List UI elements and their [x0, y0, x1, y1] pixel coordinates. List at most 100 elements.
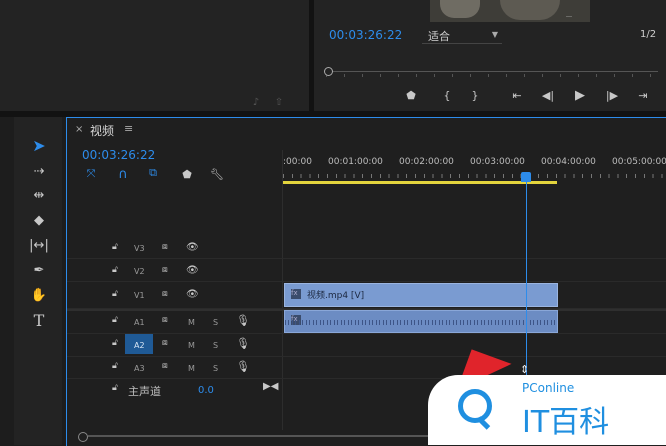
eye-icon[interactable]: 👁︎	[186, 242, 199, 253]
solo-button[interactable]: S	[213, 364, 218, 373]
horizontal-scrollbar[interactable]	[78, 432, 438, 442]
master-track-label: 主声道	[128, 385, 161, 398]
sync-lock-icon[interactable]: ⧈	[162, 361, 168, 371]
sync-lock-icon[interactable]: ⧈	[162, 242, 168, 252]
sync-lock-icon[interactable]: ⧈	[162, 289, 168, 299]
timeline-timecode[interactable]: 00:03:26:22	[82, 148, 155, 162]
scrollbar-track	[88, 435, 438, 437]
eye-icon[interactable]: 👁︎	[186, 289, 199, 300]
add-marker-icon[interactable]: ⬟	[404, 88, 418, 102]
audio-clip[interactable]: fx	[284, 310, 558, 333]
ruler-label: 00:02:00:00	[399, 157, 454, 167]
ruler-label: 00:04:00:00	[541, 157, 596, 167]
sync-lock-icon[interactable]: ⧈	[162, 315, 168, 325]
program-timecode[interactable]: 00:03:26:22	[329, 28, 402, 42]
track-select-tool-icon[interactable]: ⇢	[29, 161, 49, 181]
scrub-handle[interactable]	[324, 67, 333, 76]
scrollbar-handle[interactable]	[78, 432, 88, 442]
program-scrub-bar[interactable]	[324, 66, 658, 78]
track-headers-divider	[282, 150, 283, 430]
playhead-line	[526, 182, 527, 382]
solo-button[interactable]: S	[213, 341, 218, 350]
mute-button[interactable]: M	[188, 318, 195, 327]
ruler-label: 00:03:00:00	[470, 157, 525, 167]
razor-tool-icon[interactable]: ◆	[29, 210, 49, 230]
go-to-out-icon[interactable]: ⇥	[634, 88, 652, 102]
track-name-a1[interactable]: A1	[134, 318, 145, 327]
ruler-label: 00:01:00:00	[328, 157, 383, 167]
lock-icon[interactable]: 🔓︎	[112, 265, 118, 275]
microphone-icon[interactable]: 🎙︎	[236, 337, 250, 350]
step-forward-icon[interactable]: |▶	[604, 88, 620, 102]
hand-tool-icon[interactable]: ✋	[29, 285, 49, 305]
solo-button[interactable]: S	[213, 318, 218, 327]
fit-label: 适合	[428, 30, 450, 43]
step-back-icon[interactable]: ◀|	[540, 88, 556, 102]
share-icon[interactable]: ⇧	[272, 96, 286, 108]
type-tool-icon[interactable]: T	[29, 310, 49, 330]
eye-icon[interactable]: 👁︎	[186, 265, 199, 276]
lock-icon[interactable]: 🔓︎	[112, 289, 118, 299]
track-separator	[67, 258, 666, 259]
mute-button[interactable]: M	[188, 364, 195, 373]
magnifier-logo-icon	[458, 389, 492, 430]
track-name-a2[interactable]: A2	[134, 341, 145, 350]
close-icon[interactable]: ×	[75, 124, 83, 135]
microphone-icon[interactable]: 🎙︎	[236, 360, 250, 373]
ruler-ticks	[283, 174, 666, 178]
source-panel	[0, 0, 309, 111]
mute-button[interactable]: M	[188, 341, 195, 350]
track-row-v3	[67, 236, 666, 258]
preview-caption: …	[566, 12, 572, 19]
go-to-in-icon[interactable]: ⇤	[508, 88, 526, 102]
microphone-icon[interactable]: 🎙︎	[236, 314, 250, 327]
chevron-down-icon: ▼	[491, 30, 498, 39]
lock-icon[interactable]: 🔓︎	[112, 315, 118, 325]
track-separator	[67, 281, 666, 282]
ripple-edit-tool-icon[interactable]: ⇹	[29, 185, 49, 205]
track-separator	[67, 356, 666, 357]
playhead-handle[interactable]	[521, 172, 531, 182]
master-volume-value[interactable]: 0.0	[198, 385, 214, 396]
add-marker-icon[interactable]: ⬟	[180, 167, 194, 181]
lock-icon[interactable]: 🔓︎	[112, 242, 118, 252]
fit-dropdown[interactable]: 适合 ▼	[422, 28, 502, 44]
video-clip[interactable]: fx 视频.mp4 [V]	[284, 283, 558, 307]
selection-tool-icon[interactable]: ➤	[29, 135, 49, 155]
ruler-label: :00:00	[283, 157, 312, 167]
pen-tool-icon[interactable]: ✒	[29, 260, 49, 280]
ruler-label: 00:05:00:00	[612, 157, 666, 167]
track-name-a3[interactable]: A3	[134, 364, 145, 373]
fx-icon: fx	[291, 289, 301, 299]
linked-selection-icon[interactable]: ⧉	[146, 166, 160, 180]
settings-wrench-icon[interactable]: 🔧︎	[210, 167, 224, 181]
lock-icon[interactable]: 🔓︎	[112, 338, 118, 348]
go-to-edit-point-icon[interactable]: ▶◀	[263, 381, 278, 392]
watermark-card: PConline IT百科	[428, 375, 666, 445]
snap-icon[interactable]: ∩	[116, 167, 130, 182]
slip-tool-icon[interactable]: |↔|	[29, 235, 49, 255]
timeline-tab-title[interactable]: 视频	[90, 122, 114, 139]
mark-out-icon[interactable]: }	[468, 88, 482, 102]
watermark-brand: PConline	[522, 381, 575, 395]
track-name-v1[interactable]: V1	[134, 291, 145, 300]
track-name-v2[interactable]: V2	[134, 267, 145, 276]
page-indicator: 1/2	[640, 29, 657, 40]
play-icon[interactable]: ▶	[572, 88, 588, 103]
lock-icon[interactable]: 🔓︎	[112, 361, 118, 371]
preview-hand	[440, 0, 480, 18]
lock-icon[interactable]: 🔓︎	[112, 383, 118, 393]
watermark-title: IT百科	[522, 405, 610, 440]
sync-lock-icon[interactable]: ⧈	[162, 265, 168, 275]
work-area-bar[interactable]	[283, 181, 557, 184]
export-frame-icon[interactable]: ♪	[250, 96, 262, 108]
sync-lock-icon[interactable]: ⧈	[162, 338, 168, 348]
time-ruler[interactable]: :00:00 00:01:00:00 00:02:00:00 00:03:00:…	[283, 150, 666, 190]
nest-icon[interactable]: ⤧	[84, 167, 98, 181]
track-name-v3[interactable]: V3	[134, 244, 145, 253]
panel-menu-icon[interactable]: ≡	[124, 122, 133, 135]
scrub-ticks	[326, 74, 658, 77]
mark-in-icon[interactable]: {	[440, 88, 454, 102]
scrub-track	[326, 71, 658, 72]
track-separator	[67, 333, 666, 334]
